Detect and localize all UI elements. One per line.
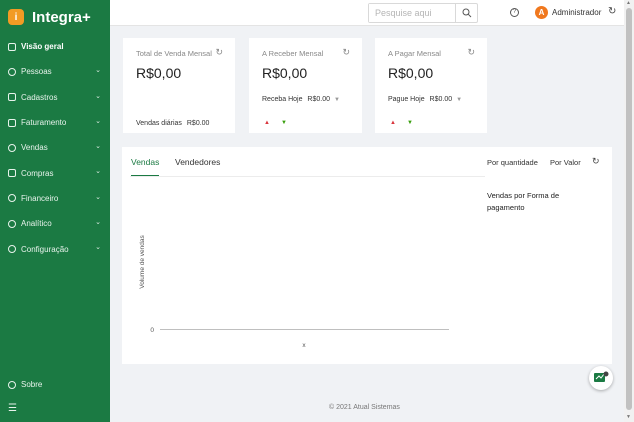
sales-icon xyxy=(8,143,16,152)
sidebar-nav: Visão geral Pessoas ⌄ Cadastros ⌄ Fatura… xyxy=(0,34,110,262)
sidebar-item-pessoas[interactable]: Pessoas ⌄ xyxy=(0,59,110,84)
sidebar-item-label: Faturamento xyxy=(21,118,67,128)
sidebar-item-financeiro[interactable]: Financeiro ⌄ xyxy=(0,186,110,211)
chevron-down-icon: ⌄ xyxy=(95,117,101,125)
sidebar-item-label: Configuração xyxy=(21,244,69,254)
sidebar-item-label: Cadastros xyxy=(21,92,58,102)
invoice-icon xyxy=(8,118,16,127)
option-por-quantidade[interactable]: Por quantidade xyxy=(487,158,538,167)
help-icon[interactable]: ? xyxy=(510,8,519,17)
footer: © 2021 Atual Sistemas xyxy=(329,404,400,411)
scroll-up-icon[interactable]: ▲ xyxy=(626,0,631,6)
card-sub-label: Vendas diárias xyxy=(136,120,182,127)
card-sub-value: R$0.00 xyxy=(429,96,453,103)
avatar[interactable]: A xyxy=(535,6,548,19)
refresh-icon[interactable]: ↻ xyxy=(215,47,223,58)
card-title: A Pagar Mensal xyxy=(388,49,441,58)
sidebar-item-vendas[interactable]: Vendas ⌄ xyxy=(0,135,110,160)
sidebar-item-label: Analítico xyxy=(21,219,52,229)
chevron-down-icon: ⌄ xyxy=(95,92,101,100)
card-title: A Receber Mensal xyxy=(262,49,324,58)
page-scrollbar[interactable]: ▲ ▼ xyxy=(624,0,634,422)
sidebar-item-configuracao[interactable]: Configuração ⌄ xyxy=(0,236,110,261)
trend-down-icon: ▼ xyxy=(281,120,287,126)
brand[interactable]: i Integra+ xyxy=(8,6,91,28)
search-input[interactable] xyxy=(369,4,455,22)
refresh-icon[interactable]: ↻ xyxy=(608,6,616,17)
card-value: R$0,00 xyxy=(262,65,308,81)
caret-down-icon: ▼ xyxy=(456,97,463,103)
people-icon xyxy=(8,67,16,76)
card-sub-value: R$0.00 xyxy=(186,120,210,127)
sidebar-item-label: Financeiro xyxy=(21,193,59,203)
trend-down-icon: ▼ xyxy=(407,120,413,126)
refresh-icon[interactable]: ↻ xyxy=(342,47,350,58)
sidebar-item-label: Vendas xyxy=(21,143,48,153)
card-value: R$0,00 xyxy=(136,65,182,81)
sidebar-item-label: Visão geral xyxy=(21,42,64,52)
refresh-icon[interactable]: ↻ xyxy=(467,47,475,58)
cart-icon xyxy=(8,169,16,178)
user-name[interactable]: Administrador xyxy=(552,8,601,17)
chevron-down-icon: ⌄ xyxy=(95,244,101,252)
trend-up-icon: ▲ xyxy=(264,120,270,126)
home-icon xyxy=(8,42,16,51)
scroll-thumb[interactable] xyxy=(626,8,632,410)
caret-down-icon: ▼ xyxy=(333,97,340,103)
chevron-down-icon: ⌄ xyxy=(95,143,101,151)
card-total-venda-mensal: Total de Venda Mensal ↻ R$0,00 Vendas di… xyxy=(123,38,235,133)
sidebar-item-visao-geral[interactable]: Visão geral xyxy=(0,34,110,59)
card-sub-dropdown[interactable]: Pague Hoje R$0.00 ▼ xyxy=(388,96,462,103)
chevron-down-icon: ⌄ xyxy=(95,168,101,176)
money-icon xyxy=(8,194,16,203)
refresh-icon[interactable]: ↻ xyxy=(592,156,600,167)
brand-name: Integra+ xyxy=(32,8,91,26)
card-a-pagar-mensal: A Pagar Mensal ↻ R$0,00 Pague Hoje R$0.0… xyxy=(375,38,487,133)
list-icon xyxy=(8,93,16,102)
trend-up-icon: ▲ xyxy=(390,120,396,126)
scroll-down-icon[interactable]: ▼ xyxy=(626,414,631,420)
topbar: ? A Administrador ↻ xyxy=(110,0,624,26)
search-icon xyxy=(462,8,471,18)
y-axis-label: Volume de vendas xyxy=(139,235,146,289)
sidebar-item-label: Pessoas xyxy=(21,67,52,77)
chevron-down-icon: ⌄ xyxy=(95,67,101,75)
search-button[interactable] xyxy=(455,4,477,22)
card-sub-label: Receba Hoje xyxy=(262,96,303,103)
chevron-down-icon: ⌄ xyxy=(95,193,101,201)
menu-collapse-icon[interactable]: ☰ xyxy=(8,403,17,414)
card-value: R$0,00 xyxy=(388,65,434,81)
option-por-valor[interactable]: Por Valor xyxy=(550,158,581,167)
card-title: Total de Venda Mensal xyxy=(136,49,212,58)
sales-chart: Volume de vendas 0 x xyxy=(139,235,449,349)
chat-icon xyxy=(594,371,609,382)
x-axis-label: x xyxy=(302,342,306,349)
analytics-icon xyxy=(8,219,16,228)
sidebar: i Integra+ Visão geral Pessoas ⌄ Cadastr… xyxy=(0,0,110,422)
sidebar-item-analitico[interactable]: Analítico ⌄ xyxy=(0,211,110,236)
payment-chart-title: Vendas por Forma de pagamento xyxy=(487,191,560,212)
chat-support-button[interactable] xyxy=(589,366,613,390)
card-sub-dropdown[interactable]: Receba Hoje R$0.00 ▼ xyxy=(262,96,340,103)
sidebar-item-sobre[interactable]: Sobre xyxy=(0,372,110,397)
card-sub: Vendas diárias R$0.00 xyxy=(136,120,209,127)
chart-panel: Vendas Vendedores Por quantidade Por Val… xyxy=(122,147,612,364)
gear-icon xyxy=(8,245,16,254)
card-sub-label: Pague Hoje xyxy=(388,96,425,103)
sidebar-item-label: Sobre xyxy=(21,380,43,390)
card-sub-value: R$0.00 xyxy=(307,96,330,103)
search-box xyxy=(368,3,478,23)
integra-logo-icon: i xyxy=(8,9,24,25)
sidebar-item-faturamento[interactable]: Faturamento ⌄ xyxy=(0,110,110,135)
sidebar-bottom: Sobre xyxy=(0,372,110,397)
info-icon xyxy=(8,380,16,389)
sidebar-item-compras[interactable]: Compras ⌄ xyxy=(0,160,110,185)
y-tick-label: 0 xyxy=(150,327,154,334)
card-a-receber-mensal: A Receber Mensal ↻ R$0,00 Receba Hoje R$… xyxy=(249,38,362,133)
sidebar-item-cadastros[interactable]: Cadastros ⌄ xyxy=(0,85,110,110)
chevron-down-icon: ⌄ xyxy=(95,219,101,227)
sidebar-item-label: Compras xyxy=(21,168,54,178)
